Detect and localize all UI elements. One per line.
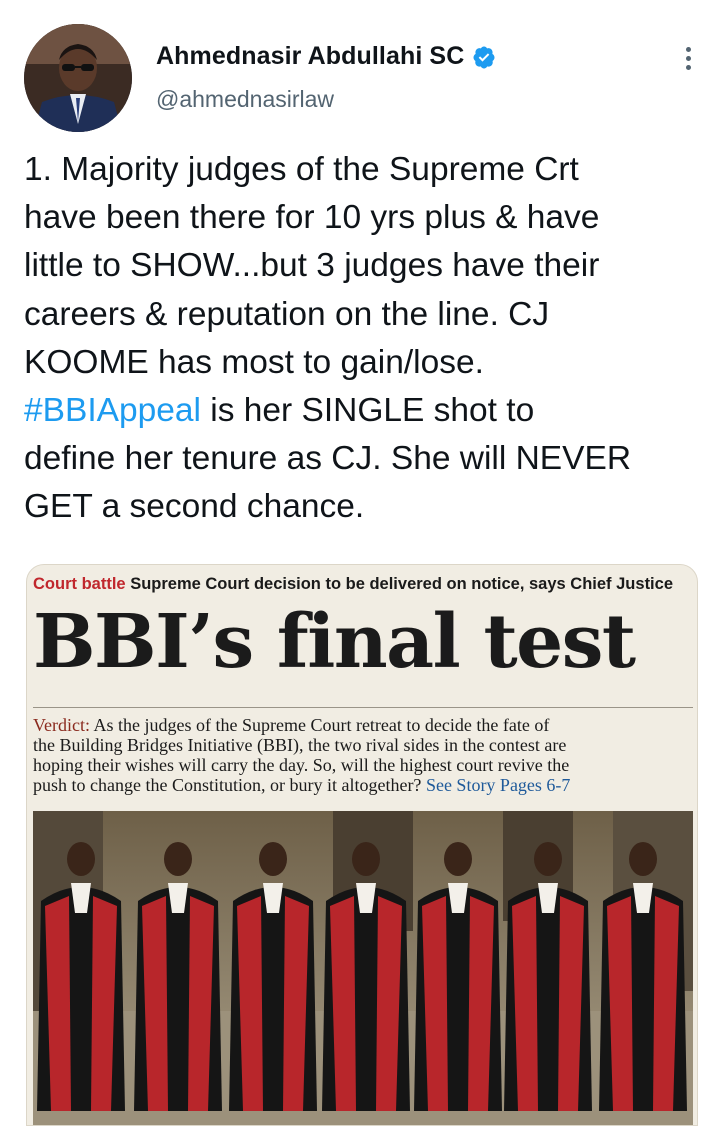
newspaper-verdict: Verdict: As the judges of the Supreme Co… — [33, 715, 693, 795]
author-name[interactable]: Ahmednasir Abdullahi SC — [156, 42, 464, 71]
tweet-line: define her tenure as CJ. She will NEVER — [24, 440, 632, 478]
newspaper-kicker: Court battle — [33, 575, 126, 593]
tweet-line: have been there for 10 yrs plus & have — [24, 199, 600, 237]
judges-photo — [33, 811, 693, 1125]
newspaper-headline: BBI’s final test — [33, 599, 636, 685]
tweet-line: 1. Majority judges of the Supreme Crt — [24, 151, 579, 188]
tweet-line: is her SINGLE shot to — [200, 392, 535, 430]
avatar[interactable] — [24, 24, 132, 132]
newspaper-deck: Supreme Court decision to be delivered o… — [130, 575, 673, 593]
tweet-line: KOOME has most to gain/lose. — [24, 343, 484, 381]
author-row: Ahmednasir Abdullahi SC — [156, 42, 496, 71]
newspaper-divider — [33, 707, 693, 708]
tweet-line: little to SHOW...but 3 judges have their — [24, 247, 600, 285]
tweet-text: 1. Majority judges of the Supreme Crt ha… — [24, 146, 704, 532]
tweet-line: careers & reputation on the line. CJ — [24, 295, 550, 333]
newspaper-topline: Court battle Supreme Court decision to b… — [33, 575, 673, 594]
author-handle[interactable]: @ahmednasirlaw — [156, 86, 334, 113]
tweet-image[interactable]: Court battle Supreme Court decision to b… — [26, 564, 698, 1126]
more-dots-icon[interactable] — [676, 44, 700, 74]
tweet-line: GET a second chance. — [24, 488, 365, 526]
hashtag-link[interactable]: #BBIAppeal — [24, 392, 201, 429]
see-story: See Story Pages 6-7 — [425, 775, 571, 795]
verdict-label: Verdict: — [33, 715, 90, 735]
tweet-header: Ahmednasir Abdullahi SC @ahmednasirlaw — [24, 22, 704, 132]
verified-badge-icon — [473, 46, 495, 68]
